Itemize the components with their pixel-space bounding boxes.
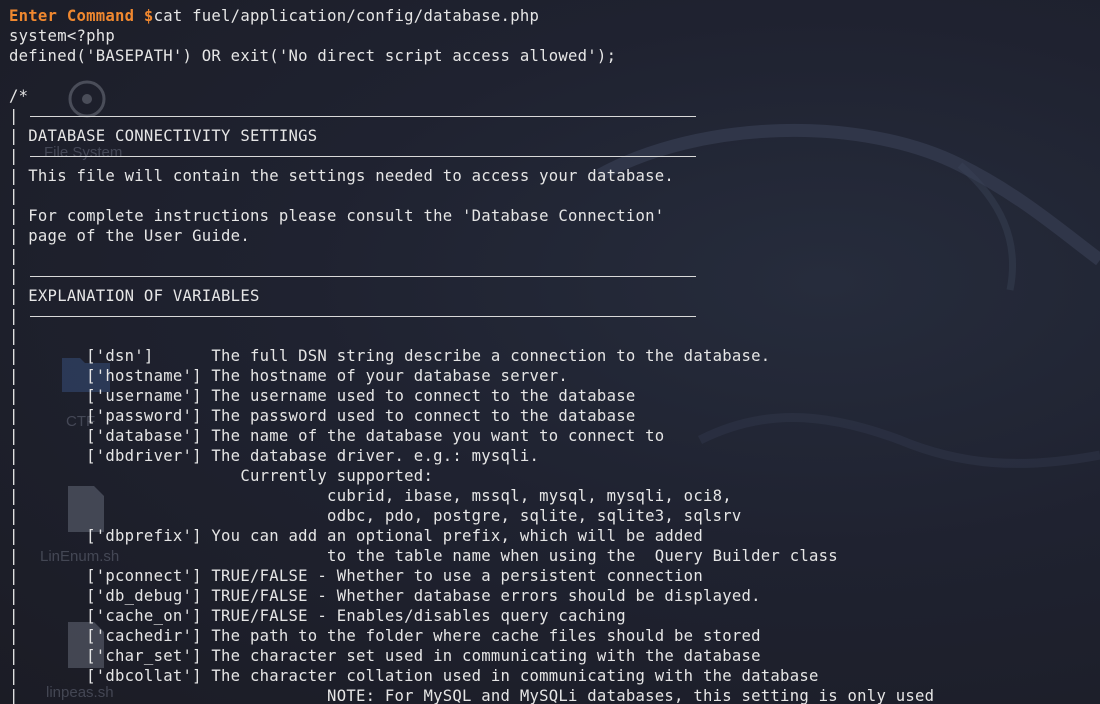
- rule-line-text: |: [9, 107, 19, 125]
- output-line: | ['dbdriver'] The database driver. e.g.…: [9, 447, 540, 465]
- output-line: | cubrid, ibase, mssql, mysql, mysqli, o…: [9, 487, 732, 505]
- output-line: |: [9, 306, 1100, 326]
- command-line[interactable]: Enter Command $cat fuel/application/conf…: [9, 6, 1100, 26]
- output-line: | ['username'] The username used to conn…: [9, 387, 636, 405]
- output-line: | EXPLANATION OF VARIABLES: [9, 287, 260, 305]
- command-text: cat fuel/application/config/database.php: [153, 7, 540, 25]
- output-line: | to the table name when using the Query…: [9, 547, 838, 565]
- output-line: | ['dbcollat'] The character collation u…: [9, 667, 819, 685]
- output-line: | For complete instructions please consu…: [9, 207, 665, 225]
- output-line: | ['db_debug'] TRUE/FALSE - Whether data…: [9, 587, 761, 605]
- output-line: | ['dsn'] The full DSN string describe a…: [9, 347, 771, 365]
- output-line: | ['password'] The password used to conn…: [9, 407, 636, 425]
- output-line: | page of the User Guide.: [9, 227, 250, 245]
- output-line: |: [9, 266, 1100, 286]
- output-line: | NOTE: For MySQL and MySQLi databases, …: [9, 687, 935, 704]
- section-rule: [30, 316, 696, 317]
- output-line: defined('BASEPATH') OR exit('No direct s…: [9, 47, 617, 65]
- output-line: system<?php: [9, 27, 116, 45]
- output-line: | ['database'] The name of the database …: [9, 427, 665, 445]
- output-line: /*: [9, 87, 29, 105]
- output-line: |: [9, 106, 1100, 126]
- shell-prompt: Enter Command $: [9, 7, 154, 25]
- output-line: | odbc, pdo, postgre, sqlite, sqlite3, s…: [9, 507, 742, 525]
- output-line: | ['hostname'] The hostname of your data…: [9, 367, 569, 385]
- section-rule: [30, 116, 696, 117]
- output-line: | Currently supported:: [9, 467, 434, 485]
- section-rule: [30, 156, 696, 157]
- rule-line-text: |: [9, 307, 19, 325]
- terminal-window[interactable]: File System CTF LinEnum.sh linpeas.sh En…: [0, 0, 1100, 704]
- output-line: | ['cachedir'] The path to the folder wh…: [9, 627, 761, 645]
- output-line: | This file will contain the settings ne…: [9, 167, 675, 185]
- output-line: | ['pconnect'] TRUE/FALSE - Whether to u…: [9, 567, 703, 585]
- output-line: | ['char_set'] The character set used in…: [9, 647, 761, 665]
- section-rule: [30, 276, 696, 277]
- output-line: |: [9, 247, 19, 265]
- terminal-output: Enter Command $cat fuel/application/conf…: [9, 6, 1100, 704]
- rule-line-text: |: [9, 267, 19, 285]
- output-line: | ['cache_on'] TRUE/FALSE - Enables/disa…: [9, 607, 626, 625]
- output-line: | ['dbprefix'] You can add an optional p…: [9, 527, 703, 545]
- output-line: |: [9, 327, 19, 345]
- rule-line-text: |: [9, 147, 19, 165]
- output-line: | DATABASE CONNECTIVITY SETTINGS: [9, 127, 318, 145]
- output-line: |: [9, 146, 1100, 166]
- output-line: |: [9, 187, 19, 205]
